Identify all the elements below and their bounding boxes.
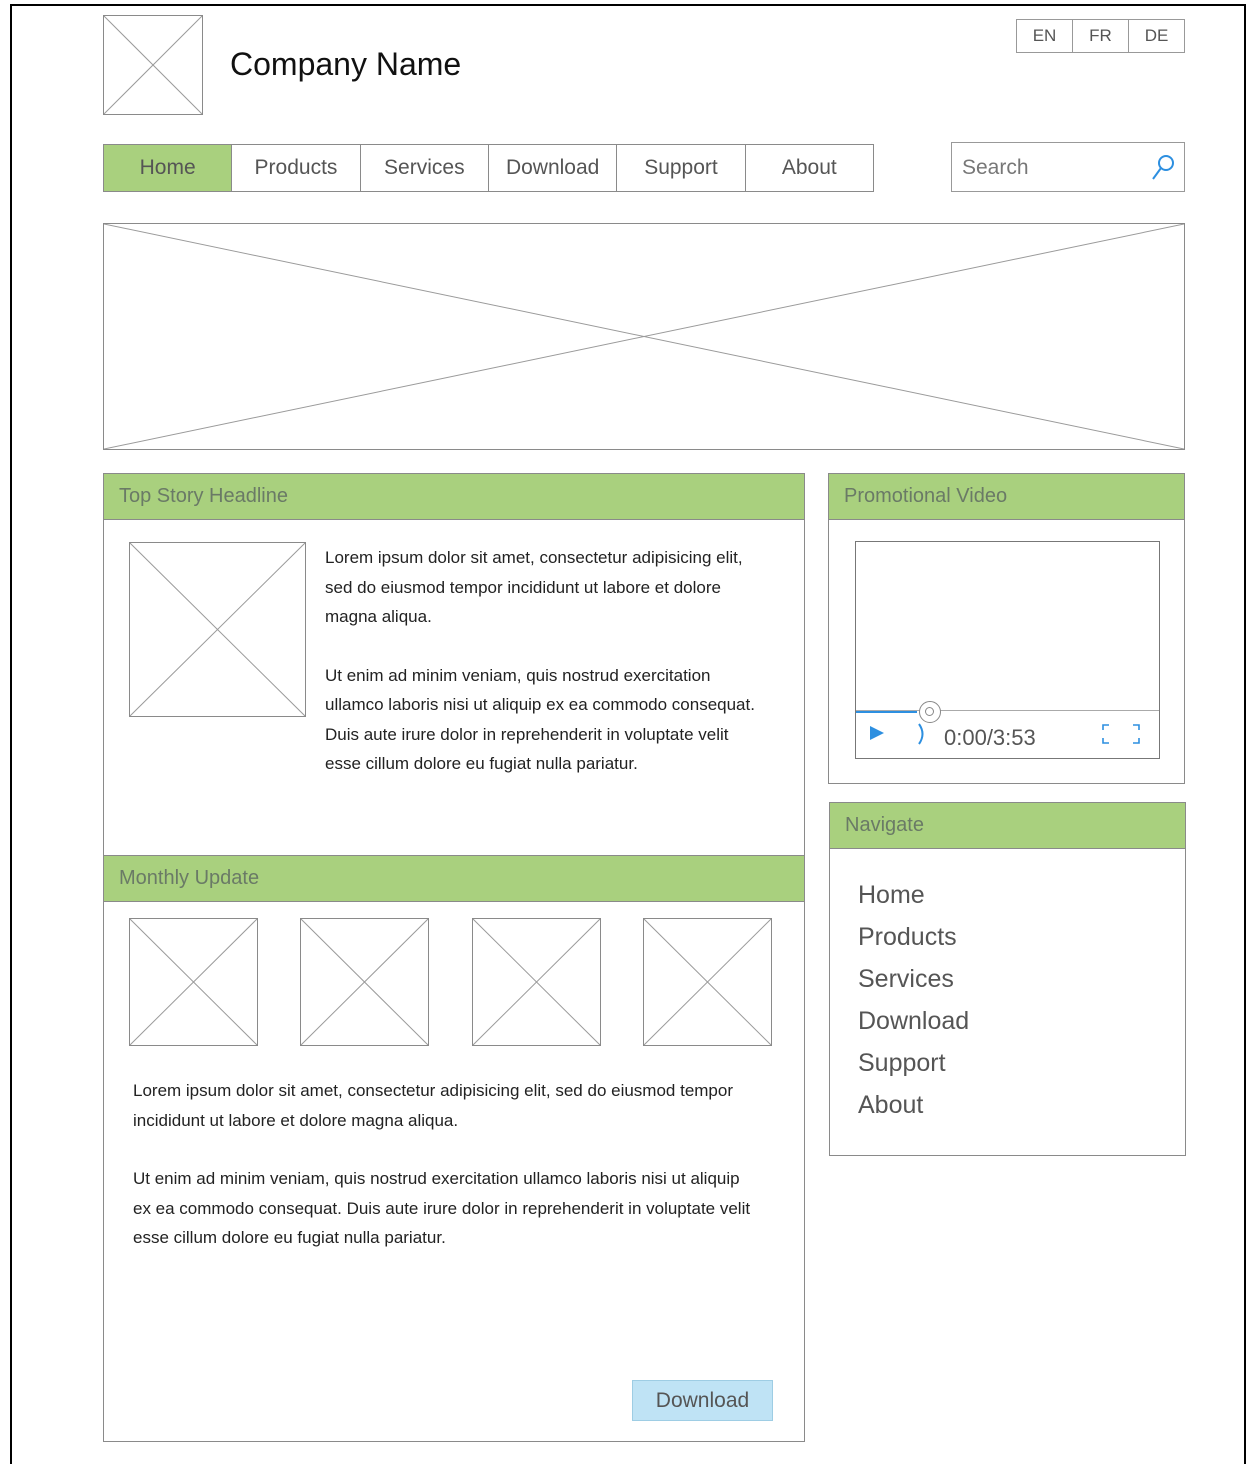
- top-story-paragraph-2: Ut enim ad minim veniam, quis nostrud ex…: [325, 665, 755, 774]
- search-box: [951, 142, 1185, 192]
- side-link-home[interactable]: Home: [858, 881, 925, 910]
- video-controls: 0:00/3:53: [856, 710, 1159, 758]
- fullscreen-icon[interactable]: [1101, 723, 1141, 745]
- top-story-paragraph-1: Lorem ipsum dolor sit amet, consectetur …: [325, 548, 743, 626]
- volume-icon[interactable]: [916, 721, 928, 747]
- monthly-image-placeholder-4: [643, 918, 772, 1046]
- nav-products[interactable]: Products: [232, 145, 361, 191]
- nav-home[interactable]: Home: [104, 145, 233, 191]
- monthly-update-heading: Monthly Update: [104, 856, 804, 902]
- side-link-services[interactable]: Services: [858, 965, 954, 994]
- video-player[interactable]: 0:00/3:53: [855, 541, 1160, 759]
- nav-support[interactable]: Support: [617, 145, 746, 191]
- play-icon[interactable]: [868, 724, 886, 742]
- company-name: Company Name: [230, 46, 462, 82]
- side-link-products[interactable]: Products: [858, 923, 957, 952]
- top-story-image-placeholder: [129, 542, 306, 717]
- promo-video-heading: Promotional Video: [829, 474, 1184, 520]
- nav-download[interactable]: Download: [488, 145, 618, 191]
- nav-about[interactable]: About: [745, 145, 873, 191]
- side-link-support[interactable]: Support: [858, 1049, 946, 1078]
- top-story-headline: Top Story Headline: [104, 474, 804, 520]
- monthly-image-placeholder-3: [472, 918, 601, 1046]
- monthly-image-placeholder-2: [300, 918, 429, 1046]
- monthly-image-placeholder-1: [129, 918, 258, 1046]
- side-link-download[interactable]: Download: [858, 1007, 969, 1036]
- lang-fr-button[interactable]: FR: [1072, 19, 1129, 53]
- nav-services[interactable]: Services: [360, 145, 489, 191]
- main-nav: Home Products Services Download Support …: [103, 144, 874, 192]
- search-icon[interactable]: [1150, 153, 1176, 183]
- logo-image-placeholder: [103, 15, 203, 115]
- video-scrubber-handle[interactable]: [918, 701, 941, 723]
- monthly-update-paragraph-1: Lorem ipsum dolor sit amet, consectetur …: [133, 1081, 734, 1130]
- hero-banner-placeholder: [103, 223, 1185, 450]
- lang-de-button[interactable]: DE: [1128, 19, 1185, 53]
- video-time: 0:00/3:53: [944, 725, 1036, 750]
- download-button[interactable]: Download: [632, 1380, 773, 1421]
- search-input[interactable]: [960, 151, 1144, 185]
- monthly-update-paragraph-2: Ut enim ad minim veniam, quis nostrud ex…: [133, 1169, 751, 1247]
- side-link-about[interactable]: About: [858, 1091, 923, 1120]
- navigate-heading: Navigate: [830, 803, 1185, 849]
- lang-en-button[interactable]: EN: [1016, 19, 1073, 53]
